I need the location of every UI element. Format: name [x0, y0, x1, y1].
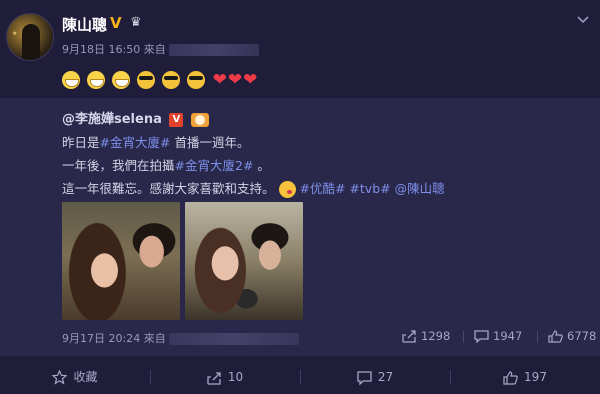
- repost-date[interactable]: 9月17日: [62, 332, 105, 345]
- vip-badge-icon[interactable]: [190, 112, 209, 127]
- repost-comment-count[interactable]: 1947: [474, 329, 523, 344]
- heart-icon: ❤: [212, 69, 227, 90]
- repost-photo-1[interactable]: [62, 202, 180, 320]
- repost-button[interactable]: 10: [150, 360, 300, 394]
- repost-source-prefix: 來自: [143, 332, 166, 345]
- post-source-prefix: 來自: [143, 43, 166, 56]
- sunglasses-emoji-icon: [162, 70, 181, 89]
- post-date[interactable]: 9月18日: [62, 43, 105, 56]
- hashtag-link[interactable]: #优酷#: [299, 181, 345, 196]
- verified-v-icon[interactable]: V: [110, 15, 126, 31]
- verified-v-icon[interactable]: V: [169, 112, 184, 127]
- count: 197: [524, 370, 547, 384]
- text: 首播一週年。: [170, 135, 250, 150]
- source-redacted: [169, 333, 300, 345]
- repost-photo-2[interactable]: [185, 202, 303, 320]
- repost-text-line-2: 一年後，我們在拍攝#金宵大廈2# 。: [62, 155, 270, 174]
- repost-author-name[interactable]: @李施嬅selena: [62, 112, 162, 127]
- hashtag-link[interactable]: #金宵大廈#: [100, 135, 171, 150]
- stat-divider: [463, 331, 464, 343]
- count: 27: [377, 370, 394, 384]
- text: 一年後，我們在拍攝: [62, 158, 175, 173]
- repost-forward-count[interactable]: 1298: [402, 329, 450, 343]
- like-button[interactable]: 197: [450, 360, 600, 394]
- repost-time[interactable]: 20:24: [109, 332, 141, 345]
- comment-icon: [474, 330, 489, 344]
- weibo-post: ★ 陳山聰 V ♛ 9月18日 16:50 來自 ❤❤❤ @李施嬅selena …: [0, 0, 600, 394]
- mention-link[interactable]: @陳山聰: [395, 181, 445, 196]
- repost-meta: 9月17日 20:24 來自: [62, 330, 300, 346]
- post-emoji-row: ❤❤❤: [62, 69, 258, 89]
- chevron-down-icon[interactable]: [576, 13, 590, 27]
- heart-icon: ❤: [227, 69, 243, 90]
- count: 10: [227, 370, 244, 384]
- star-icon: [52, 369, 68, 385]
- repost-author-row: @李施嬅selena V: [62, 108, 209, 127]
- source-redacted: [169, 44, 260, 56]
- heart-icon: ❤: [243, 69, 258, 90]
- thumbs-up-icon: [503, 370, 518, 385]
- share-icon: [207, 371, 221, 385]
- reposted-card: @李施嬅selena V 昨日是#金宵大廈# 首播一週年。 一年後，我們在拍攝#…: [0, 98, 600, 356]
- post-meta: 9月18日 16:50 來自: [62, 41, 260, 57]
- post-time[interactable]: 16:50: [109, 43, 141, 56]
- sunglasses-emoji-icon: [187, 70, 206, 89]
- grin-emoji-icon: [112, 70, 131, 89]
- hashtag-link[interactable]: #金宵大廈2#: [175, 158, 254, 173]
- share-icon: [402, 330, 416, 343]
- author-name[interactable]: 陳山聰: [62, 14, 107, 35]
- comment-icon: [357, 370, 372, 386]
- count: 1947: [493, 329, 523, 343]
- kiss-emoji-icon: [278, 181, 296, 198]
- count: 1298: [421, 329, 451, 343]
- grin-emoji-icon: [62, 70, 80, 89]
- stat-divider: [537, 331, 538, 343]
- grin-emoji-icon: [87, 70, 106, 89]
- text: 。: [253, 158, 270, 173]
- text: 這一年很難忘。感謝大家喜歡和支持。: [62, 181, 275, 196]
- count: 6778: [567, 329, 597, 343]
- favorite-button[interactable]: 收藏: [0, 360, 150, 394]
- crown-icon[interactable]: ♛: [130, 16, 146, 30]
- author-avatar[interactable]: ★: [6, 13, 54, 61]
- comment-button[interactable]: 27: [300, 360, 450, 394]
- action-bar: 收藏 10 27 197: [0, 360, 600, 394]
- sunglasses-emoji-icon: [137, 70, 156, 89]
- thumbs-up-icon: [548, 330, 563, 343]
- repost-text-line-1: 昨日是#金宵大廈# 首播一週年。: [62, 132, 249, 151]
- repost-like-count[interactable]: 6778: [548, 329, 596, 343]
- repost-text-line-3: 這一年很難忘。感謝大家喜歡和支持。 #优酷# #tvb# @陳山聰: [62, 178, 445, 198]
- text: 昨日是: [62, 135, 100, 150]
- label: 收藏: [73, 370, 98, 384]
- hashtag-link[interactable]: #tvb#: [349, 181, 390, 196]
